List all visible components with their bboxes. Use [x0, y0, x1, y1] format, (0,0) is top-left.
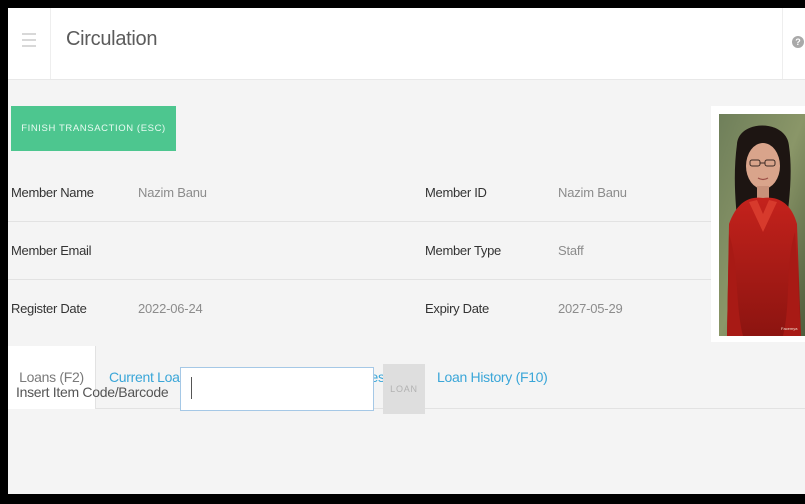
app-window: Circulation ? FINISH TRANSACTION (ESC) M… — [8, 8, 805, 494]
loan-button[interactable]: LOAN — [383, 364, 425, 414]
member-type-label: Member Type — [425, 243, 501, 258]
member-photo: Facemya — [719, 114, 805, 336]
header-divider — [50, 8, 51, 79]
photo-caption: Facemya — [781, 326, 798, 331]
page-header: Circulation ? — [8, 8, 805, 80]
barcode-label: Insert Item Code/Barcode — [16, 384, 169, 400]
circulation-panel: FINISH TRANSACTION (ESC) Member Name Naz… — [8, 80, 805, 494]
member-info-row: Member Email Member Type Staff — [8, 222, 718, 280]
member-email-label: Member Email — [11, 243, 92, 258]
expiry-date-value: 2027-05-29 — [558, 301, 623, 316]
page-title: Circulation — [66, 28, 158, 50]
member-photo-frame: Facemya — [711, 106, 805, 342]
question-circle-icon[interactable]: ? — [792, 36, 804, 48]
finish-transaction-button[interactable]: FINISH TRANSACTION (ESC) — [11, 106, 176, 151]
member-name-label: Member Name — [11, 185, 94, 200]
barcode-input[interactable] — [180, 367, 374, 411]
member-type-value: Staff — [558, 243, 584, 258]
hamburger-menu-icon[interactable] — [22, 33, 36, 49]
member-id-label: Member ID — [425, 185, 487, 200]
member-id-value: Nazim Banu — [558, 185, 627, 200]
register-date-value: 2022-06-24 — [138, 301, 203, 316]
member-info-row: Member Name Nazim Banu Member ID Nazim B… — [8, 164, 718, 222]
header-divider-right — [782, 8, 783, 79]
member-info-table: Member Name Nazim Banu Member ID Nazim B… — [8, 164, 718, 337]
member-name-value: Nazim Banu — [138, 185, 207, 200]
member-info-row: Register Date 2022-06-24 Expiry Date 202… — [8, 280, 718, 337]
register-date-label: Register Date — [11, 301, 87, 316]
tab-loan-history[interactable]: Loan History (F10) — [437, 346, 548, 408]
expiry-date-label: Expiry Date — [425, 301, 489, 316]
text-caret — [191, 377, 192, 399]
